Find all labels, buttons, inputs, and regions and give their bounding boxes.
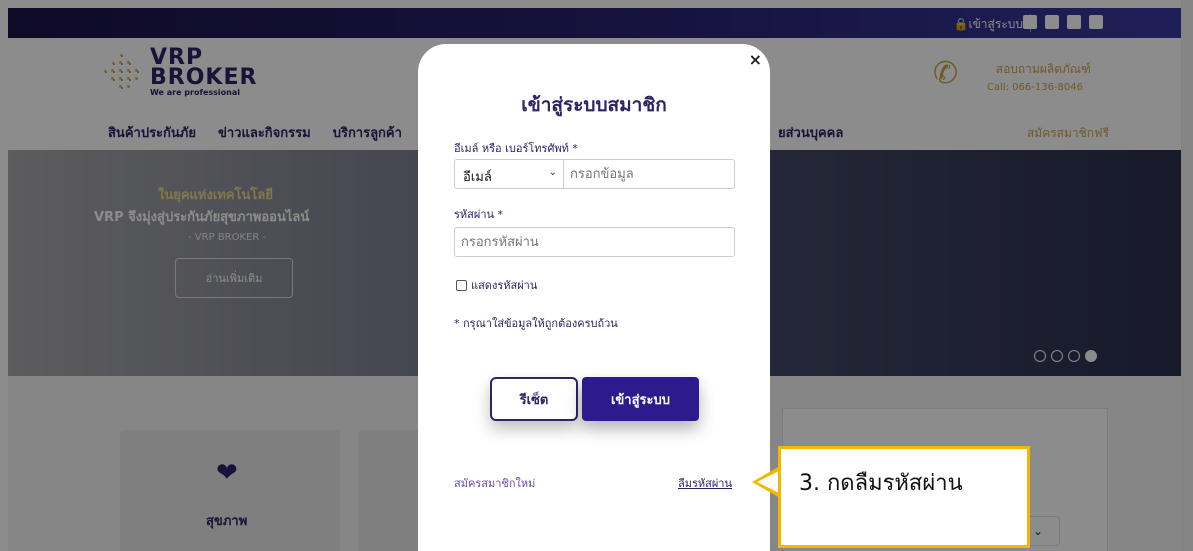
password-field[interactable] [454,227,735,257]
email-field[interactable] [564,159,735,189]
reset-button[interactable]: รีเซ็ต [490,377,578,421]
register-link[interactable]: สมัครสมาชิกใหม่ [454,474,535,492]
callout-arrow-inner [757,471,779,493]
forgot-password-link[interactable]: ลืมรหัสผ่าน [678,474,732,492]
login-button[interactable]: เข้าสู่ระบบ [582,377,699,421]
password-label: รหัสผ่าน * [454,208,504,221]
email-label: อีเมล์ หรือ เบอร์โทรศัพท์ * [454,142,578,155]
show-password-label: แสดงรหัสผ่าน [471,279,538,292]
close-icon[interactable]: × [749,50,762,69]
chevron-down-icon: ⌄ [548,167,557,178]
form-hint: * กรุณาใส่ข้อมูลให้ถูกต้องครบถ้วน [454,317,618,330]
login-type-value: อีเมล์ [463,170,492,185]
modal-title: เข้าสู่ระบบสมาชิก [521,94,667,116]
show-password-checkbox[interactable] [456,279,467,291]
instruction-callout: 3. กดลืมรหัสผ่าน [778,446,1030,548]
show-password-toggle[interactable]: แสดงรหัสผ่าน [456,276,537,294]
login-type-select[interactable]: อีเมล์ ⌄ [454,159,564,189]
callout-text: 3. กดลืมรหัสผ่าน [799,471,963,496]
login-modal: × เข้าสู่ระบบสมาชิก อีเมล์ หรือ เบอร์โทร… [418,44,770,551]
